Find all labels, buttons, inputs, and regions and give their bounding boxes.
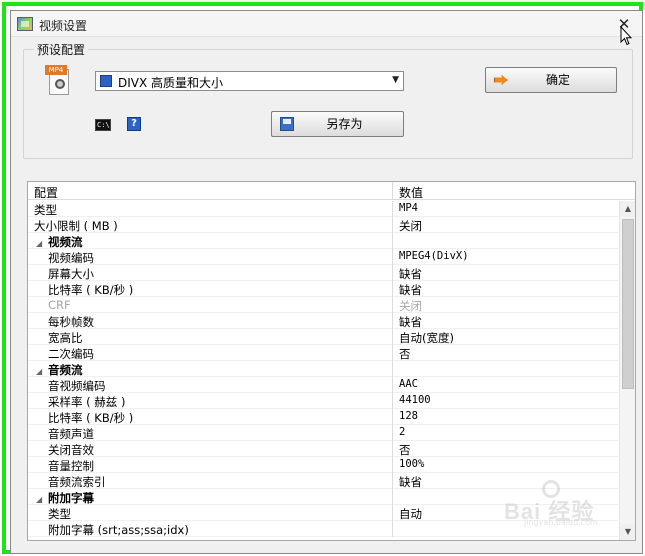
expander-icon[interactable]: ◢ [36,239,46,248]
grid-row-name: 采样率 ( 赫兹 ) [48,395,126,409]
grid-row-name: 音频流索引 [48,475,106,489]
grid-row-name: 类型 [34,203,57,217]
cmd-icon[interactable]: C:\ [95,119,111,131]
grid-category-label: 附加字幕 [48,491,94,505]
mp4-file-icon: MP4 [45,65,71,95]
grid-row-name: 二次编码 [48,347,94,361]
highlight-frame: 视频设置 ✕ 预设配置 MP4 DIVX 高质量和大小 ▼ 确定 C:\ ? 另… [2,2,643,554]
grid-row[interactable]: 音视频编码 AAC [28,377,618,393]
grid-row[interactable]: 采样率 ( 赫兹 ) 44100 [28,393,618,409]
grid-row-name: 宽高比 [48,331,83,345]
scroll-thumb[interactable] [622,219,634,389]
grid-row-value[interactable]: 关闭 [392,217,618,233]
grid-row[interactable]: 视频编码 MPEG4(DivX) [28,249,618,265]
grid-row[interactable]: 音频声道 2 [28,425,618,441]
grid-row-name: 视频编码 [48,251,94,265]
save-as-button[interactable]: 另存为 [271,111,404,137]
baidu-jingyan-watermark: Bai 经验 jingyan.baidu.com [484,480,614,527]
grid-row-name: 比特率 ( KB/秒 ) [48,283,134,297]
grid-row-name: ◢ 附加字幕 [36,490,94,506]
grid-row-value[interactable]: 缺省 [392,313,618,329]
mp4-badge: MP4 [45,65,67,75]
preset-group-label: 预设配置 [34,41,89,58]
grid-row-value[interactable]: 缺省 [392,265,618,281]
preset-dropdown[interactable]: DIVX 高质量和大小 ▼ [95,71,404,91]
grid-row[interactable]: 每秒帧数 缺省 [28,313,618,329]
grid-row[interactable]: 音量控制 100% [28,457,618,473]
grid-row-name: 音量控制 [48,459,94,473]
expander-icon[interactable]: ◢ [36,367,46,376]
grid-row-name: 大小限制 ( MB ) [34,219,118,233]
help-icon[interactable]: ? [127,117,141,131]
grid-row-name: 比特率 ( KB/秒 ) [48,411,134,425]
grid-row-name: ◢ 视频流 [36,234,83,250]
grid-category-row[interactable]: ◢ 视频流 [28,233,618,249]
video-settings-dialog: 视频设置 ✕ 预设配置 MP4 DIVX 高质量和大小 ▼ 确定 C:\ ? 另… [10,10,643,554]
grid-row[interactable]: 比特率 ( KB/秒 ) 128 [28,409,618,425]
preset-group: 预设配置 [23,41,633,159]
preset-icon [100,75,112,87]
grid-row-name: 每秒帧数 [48,315,94,329]
grid-row-value[interactable]: 否 [392,441,618,457]
grid-category-label: 视频流 [48,235,83,249]
dropdown-arrow-icon[interactable]: ▼ [392,75,399,85]
ok-button[interactable]: 确定 [485,67,617,93]
grid-row-value[interactable]: 自动(宽度) [392,329,618,345]
grid-row[interactable]: 比特率 ( KB/秒 ) 缺省 [28,281,618,297]
column-header-name[interactable]: 配置 [34,184,58,201]
grid-row-name: 音频声道 [48,427,94,441]
grid-row[interactable]: 大小限制 ( MB ) 关闭 [28,217,618,233]
grid-row[interactable]: CRF 关闭 [28,297,618,313]
mouse-cursor-icon [620,26,632,46]
grid-row[interactable]: 屏幕大小 缺省 [28,265,618,281]
grid-category-label: 音频流 [48,363,83,377]
grid-category-row[interactable]: ◢ 音频流 [28,361,618,377]
grid-row-value[interactable]: MP4 [392,201,618,217]
expander-icon[interactable]: ◢ [36,495,46,504]
watermark-sub: jingyan.baidu.com [524,518,598,527]
title-bar: 视频设置 ✕ [11,11,642,37]
grid-row-value [392,361,618,377]
grid-row[interactable]: 类型 MP4 [28,201,618,217]
grid-row-name: 附加字幕 (srt;ass;ssa;idx) [48,523,189,537]
grid-row-name: CRF [48,298,71,312]
grid-row-value[interactable]: AAC [392,377,618,393]
grid-row-value[interactable]: 缺省 [392,281,618,297]
grid-row-value[interactable]: 128 [392,409,618,425]
grid-row[interactable]: 关闭音效 否 [28,441,618,457]
grid-row-name: 类型 [48,507,71,521]
grid-row-value[interactable]: 否 [392,345,618,361]
scroll-up-arrow-icon[interactable]: ▲ [620,201,635,217]
grid-row-value[interactable]: 2 [392,425,618,441]
grid-row-value[interactable]: 关闭 [392,297,618,313]
grid-row-name: ◢ 音频流 [36,362,83,378]
grid-row-value[interactable]: 44100 [392,393,618,409]
grid-row-name: 屏幕大小 [48,267,94,281]
preset-selected-value: DIVX 高质量和大小 [118,76,224,90]
grid-row[interactable]: 宽高比 自动(宽度) [28,329,618,345]
grid-row[interactable]: 二次编码 否 [28,345,618,361]
grid-row-name: 音视频编码 [48,379,106,393]
grid-header: 配置 数值 [28,182,635,200]
app-icon [17,17,33,31]
grid-row-name: 关闭音效 [48,443,94,457]
grid-row-value[interactable]: MPEG4(DivX) [392,249,618,265]
save-as-button-label: 另存为 [326,117,363,131]
window-title: 视频设置 [39,19,88,33]
vertical-scrollbar[interactable]: ▲ ▼ [619,201,635,540]
ok-button-label: 确定 [545,73,570,87]
grid-row-value [392,233,618,249]
grid-row-value[interactable]: 100% [392,457,618,473]
scroll-down-arrow-icon[interactable]: ▼ [620,524,635,540]
column-header-value[interactable]: 数值 [392,182,635,200]
